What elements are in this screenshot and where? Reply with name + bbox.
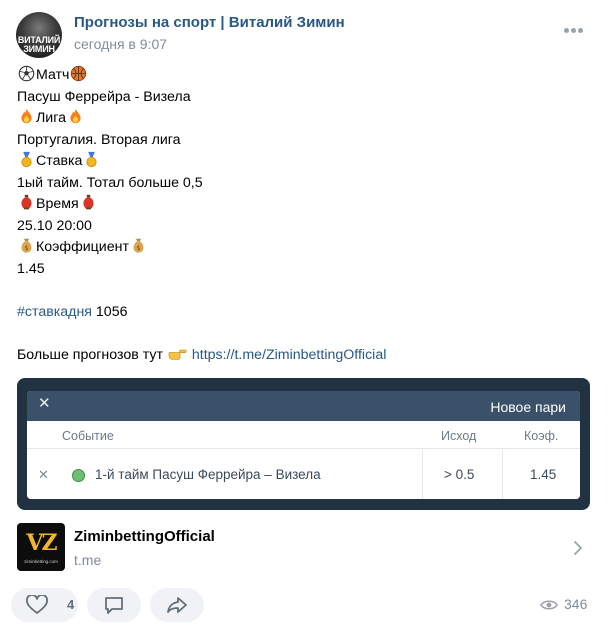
link-preview-title[interactable]: ZiminbettingOfficial [74, 528, 215, 545]
post-text: Матч Пасуш Феррейра - Визела Лига Португ… [17, 65, 597, 366]
bet-label: Ставка [36, 153, 83, 169]
fire-icon [21, 108, 32, 124]
more-options-icon[interactable] [564, 26, 586, 34]
medal-icon [86, 151, 98, 168]
svg-text:$: $ [137, 245, 141, 252]
medal-icon [21, 151, 32, 168]
money-bag-icon: $ [21, 238, 32, 253]
comment-icon [105, 597, 123, 614]
bet-slip-title: Новое пари [490, 399, 566, 415]
bet-value: 1ый тайм. Тотал больше 0,5 [17, 174, 203, 191]
league-label: Лига [36, 110, 66, 126]
bet-slip-header: ✕ Новое пари [27, 391, 580, 421]
divider [422, 450, 423, 499]
match-label-line: Матч [17, 65, 597, 87]
author-name[interactable]: Прогнозы на спорт | Виталий Зимин [74, 14, 345, 31]
like-button[interactable]: 4 [11, 588, 78, 622]
fire-icon [70, 108, 81, 124]
league-label-line: Лига [17, 108, 597, 130]
logo-text: VZ [26, 530, 57, 556]
hashtag-line: #ставкадня 1056 [17, 302, 597, 324]
basketball-icon [71, 65, 87, 82]
time-label: Время [36, 196, 79, 212]
more-text: Больше прогнозов тут [17, 346, 163, 363]
telegram-link[interactable]: https://t.me/ZiminbettingOfficial [192, 347, 387, 363]
column-coef: Коэф. [524, 429, 559, 443]
coef-value: 1.45 [17, 260, 45, 277]
bet-slip-columns: Событие Исход Коэф. [27, 421, 580, 449]
eye-icon [540, 600, 558, 610]
views-count: 346 [564, 596, 588, 612]
pointing-hand-icon [168, 349, 187, 360]
column-event: Событие [62, 429, 114, 443]
share-button[interactable] [150, 588, 204, 622]
coef-label: Коэффициент [36, 239, 129, 255]
row-coef: 1.45 [530, 467, 557, 482]
author-avatar[interactable]: ВИТАЛИЙ ЗИМИН [16, 12, 62, 58]
like-count: 4 [67, 597, 75, 612]
hashtag-link[interactable]: #ставкадня [17, 304, 92, 320]
lantern-icon [83, 194, 94, 210]
svg-text:$: $ [25, 245, 29, 252]
bet-label-line: Ставка [17, 151, 597, 173]
hashtag-number: 1056 [95, 303, 128, 320]
more-line: Больше прогнозов тут https://t.me/Ziminb… [17, 345, 597, 367]
share-icon [167, 597, 187, 613]
bet-slip-row: ✕ 1-й тайм Пасуш Феррейра – Визела > 0.5… [27, 450, 580, 499]
football-icon [72, 469, 85, 482]
post-time[interactable]: сегодня в 9:07 [74, 36, 167, 52]
lantern-icon [21, 194, 32, 210]
money-bag-icon: $ [133, 238, 144, 253]
match-value: Пасуш Феррейра - Визела [17, 88, 191, 105]
soccer-ball-icon [18, 65, 35, 82]
heart-icon [26, 595, 48, 614]
logo-small-text: ziminbetting.com [24, 559, 58, 564]
remove-icon: ✕ [38, 467, 49, 482]
time-value: 25.10 20:00 [17, 217, 92, 234]
league-value: Португалия. Вторая лига [17, 131, 181, 148]
divider [502, 450, 503, 499]
match-label: Матч [36, 67, 70, 83]
link-preview-domain: t.me [74, 552, 102, 568]
link-preview-logo[interactable]: VZ ziminbetting.com [17, 523, 65, 571]
coef-label-line: $ Коэффициент $ [17, 237, 597, 259]
comment-button[interactable] [87, 588, 141, 622]
bet-slip-panel: ✕ Новое пари Событие Исход Коэф. ✕ 1-й т… [27, 391, 580, 499]
post-card: ВИТАЛИЙ ЗИМИН Прогнозы на спорт | Витали… [0, 0, 608, 636]
chevron-right-icon[interactable] [572, 541, 584, 555]
avatar-caption: ВИТАЛИЙ ЗИМИН [17, 35, 61, 54]
column-outcome: Исход [441, 429, 477, 443]
row-outcome: > 0.5 [444, 467, 475, 482]
row-event: 1-й тайм Пасуш Феррейра – Визела [95, 467, 321, 482]
bet-slip-image[interactable]: ✕ Новое пари Событие Исход Коэф. ✕ 1-й т… [17, 378, 590, 510]
close-icon: ✕ [38, 395, 51, 412]
time-label-line: Время [17, 194, 597, 216]
